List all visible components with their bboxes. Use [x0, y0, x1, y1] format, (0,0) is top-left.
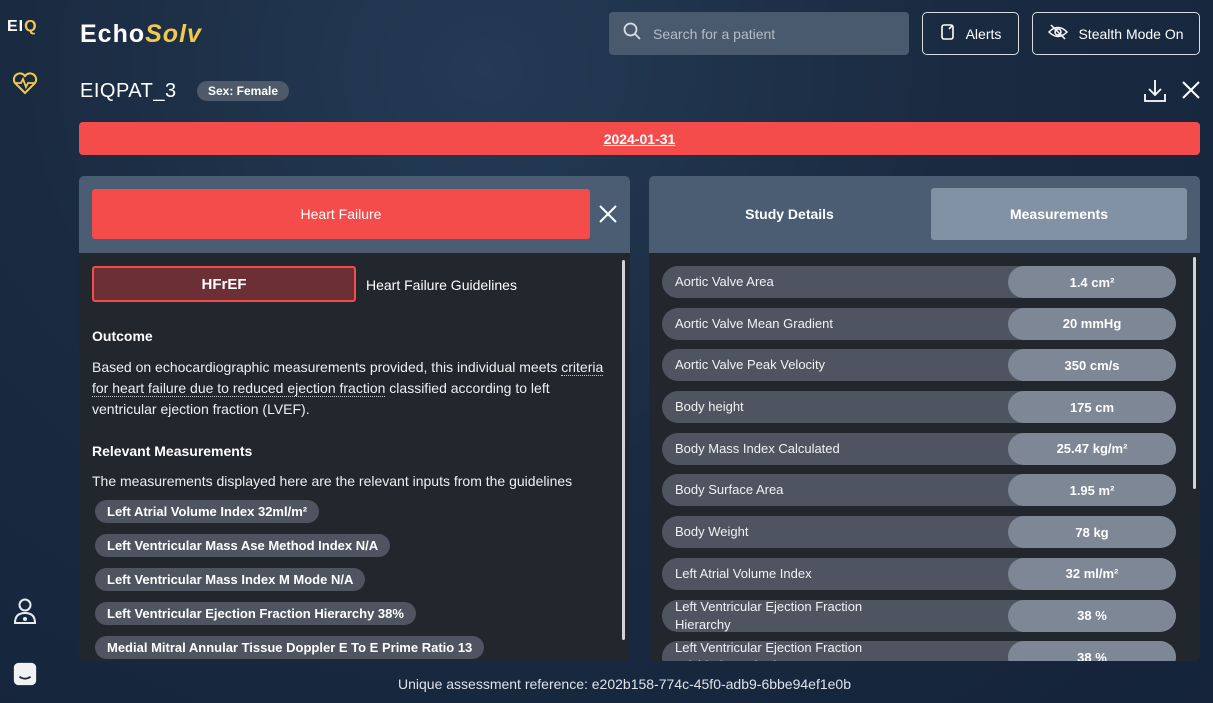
logo-accent-text: Solv	[145, 20, 202, 48]
left-scrollbar[interactable]	[622, 260, 625, 640]
measurement-value: 20 mmHg	[1008, 307, 1176, 340]
measurement-value: 78 kg	[1008, 516, 1176, 549]
measurement-chip: Medial Mitral Annular Tissue Doppler E T…	[95, 636, 485, 659]
close-icon[interactable]	[1181, 80, 1201, 105]
measurement-value: 38 %	[1008, 641, 1176, 661]
sex-badge: Sex: Female	[197, 81, 290, 101]
close-condition-icon[interactable]	[598, 204, 618, 229]
alert-phone-icon	[940, 23, 956, 44]
outcome-text: Based on echocardiographic measurements …	[92, 357, 612, 420]
measurement-name: Aortic Valve Peak Velocity	[675, 357, 826, 373]
stealth-mode-label: Stealth Mode On	[1078, 25, 1184, 42]
measurement-chip: Left Atrial Volume Index 32ml/m²	[95, 500, 320, 523]
search-input[interactable]	[653, 25, 873, 42]
doctor-icon[interactable]	[12, 598, 38, 624]
condition-panel: Heart Failure HFrEF Heart Failure Guidel…	[79, 176, 630, 661]
study-date-bar[interactable]: 2024-01-31	[79, 122, 1200, 155]
outcome-heading: Outcome	[92, 328, 153, 344]
small-logo-main: EI	[7, 18, 25, 35]
sidebar: EIQ	[0, 0, 50, 703]
measurement-value: 25.47 kg/m²	[1008, 432, 1176, 465]
measurement-name: Left Ventricular Ejection Fraction Hiera…	[675, 598, 863, 632]
measurement-row: Aortic Valve Peak Velocity 350 cm/s	[662, 349, 1176, 382]
heart-failure-button[interactable]: Heart Failure	[92, 189, 590, 239]
study-panel-tabs: Study Details Measurements	[649, 176, 1200, 253]
condition-details: HFrEF Heart Failure Guidelines Outcome B…	[79, 253, 630, 661]
logo-main-text: Echo	[80, 20, 146, 48]
measurement-name: Body Surface Area	[675, 482, 784, 498]
tab-study-details[interactable]: Study Details	[662, 188, 917, 240]
outcome-prefix: Based on echocardiographic measurements …	[92, 359, 562, 375]
echosolv-logo[interactable]: EchoSolv	[80, 20, 202, 49]
condition-panel-header: Heart Failure	[79, 176, 630, 253]
measurement-row: Left Ventricular Ejection Fraction Teich…	[662, 640, 1176, 661]
measurement-value: 350 cm/s	[1008, 349, 1176, 382]
measurement-row: Aortic Valve Area 1.4 cm²	[662, 266, 1176, 298]
chat-icon[interactable]	[12, 661, 38, 687]
measurement-row: Body height 175 cm	[662, 391, 1176, 424]
study-panel: Study Details Measurements Aortic Valve …	[649, 176, 1200, 661]
alerts-label: Alerts	[965, 25, 1002, 42]
measurement-chips: Left Atrial Volume Index 32ml/m² Left Ve…	[95, 500, 485, 659]
measurement-row: Body Surface Area 1.95 m²	[662, 474, 1176, 507]
stealth-mode-button[interactable]: Stealth Mode On	[1032, 12, 1200, 55]
classification-badge[interactable]: HFrEF	[92, 266, 356, 302]
measurement-row: Left Atrial Volume Index 32 ml/m²	[662, 557, 1176, 590]
measurements-list: Aortic Valve Area 1.4 cm² Aortic Valve Me…	[662, 266, 1176, 661]
measurement-name: Body Weight	[675, 524, 749, 540]
patient-search[interactable]	[609, 12, 909, 55]
measurement-name: Left Ventricular Ejection Fraction Teich…	[675, 640, 863, 661]
measurement-row: Aortic Valve Mean Gradient 20 mmHg	[662, 307, 1176, 340]
right-scrollbar[interactable]	[1193, 257, 1196, 489]
small-logo-accent: Q	[24, 18, 38, 35]
guidelines-label: Heart Failure Guidelines	[366, 277, 517, 293]
download-icon[interactable]	[1143, 78, 1167, 109]
measurement-name: Aortic Valve Area	[675, 274, 774, 289]
measurement-name: Aortic Valve Mean Gradient	[675, 315, 833, 331]
measurement-value: 1.95 m²	[1008, 474, 1176, 507]
alerts-button[interactable]: Alerts	[922, 12, 1019, 55]
search-icon	[623, 22, 641, 45]
measurement-chip: Left Ventricular Mass Ase Method Index N…	[95, 534, 391, 557]
measurement-value: 32 ml/m²	[1008, 557, 1176, 590]
eye-off-icon	[1048, 24, 1069, 43]
heart-pulse-icon[interactable]	[12, 70, 38, 96]
measurement-value: 1.4 cm²	[1008, 266, 1176, 298]
measurement-row: Body Mass Index Calculated 25.47 kg/m²	[662, 432, 1176, 465]
measurement-chip: Left Ventricular Mass Index M Mode N/A	[95, 568, 366, 591]
measurement-value: 38 %	[1008, 599, 1176, 632]
small-logo[interactable]: EIQ	[7, 18, 38, 36]
measurement-row: Left Ventricular Ejection Fraction Hiera…	[662, 598, 1176, 632]
relevant-measurements-heading: Relevant Measurements	[92, 443, 253, 459]
measurement-row: Body Weight 78 kg	[662, 516, 1176, 549]
assessment-reference-text: Unique assessment reference: e202b158-77…	[398, 676, 851, 692]
tab-measurements[interactable]: Measurements	[931, 188, 1187, 240]
measurement-chip: Left Ventricular Ejection Fraction Hiera…	[95, 602, 416, 625]
measurement-value: 175 cm	[1008, 391, 1176, 424]
relevant-measurements-text: The measurements displayed here are the …	[92, 473, 573, 489]
measurement-name: Body height	[675, 399, 744, 415]
measurement-name: Body Mass Index Calculated	[675, 440, 840, 456]
measurement-name: Left Atrial Volume Index	[675, 565, 812, 581]
patient-id: EIQPAT_3	[80, 80, 177, 102]
